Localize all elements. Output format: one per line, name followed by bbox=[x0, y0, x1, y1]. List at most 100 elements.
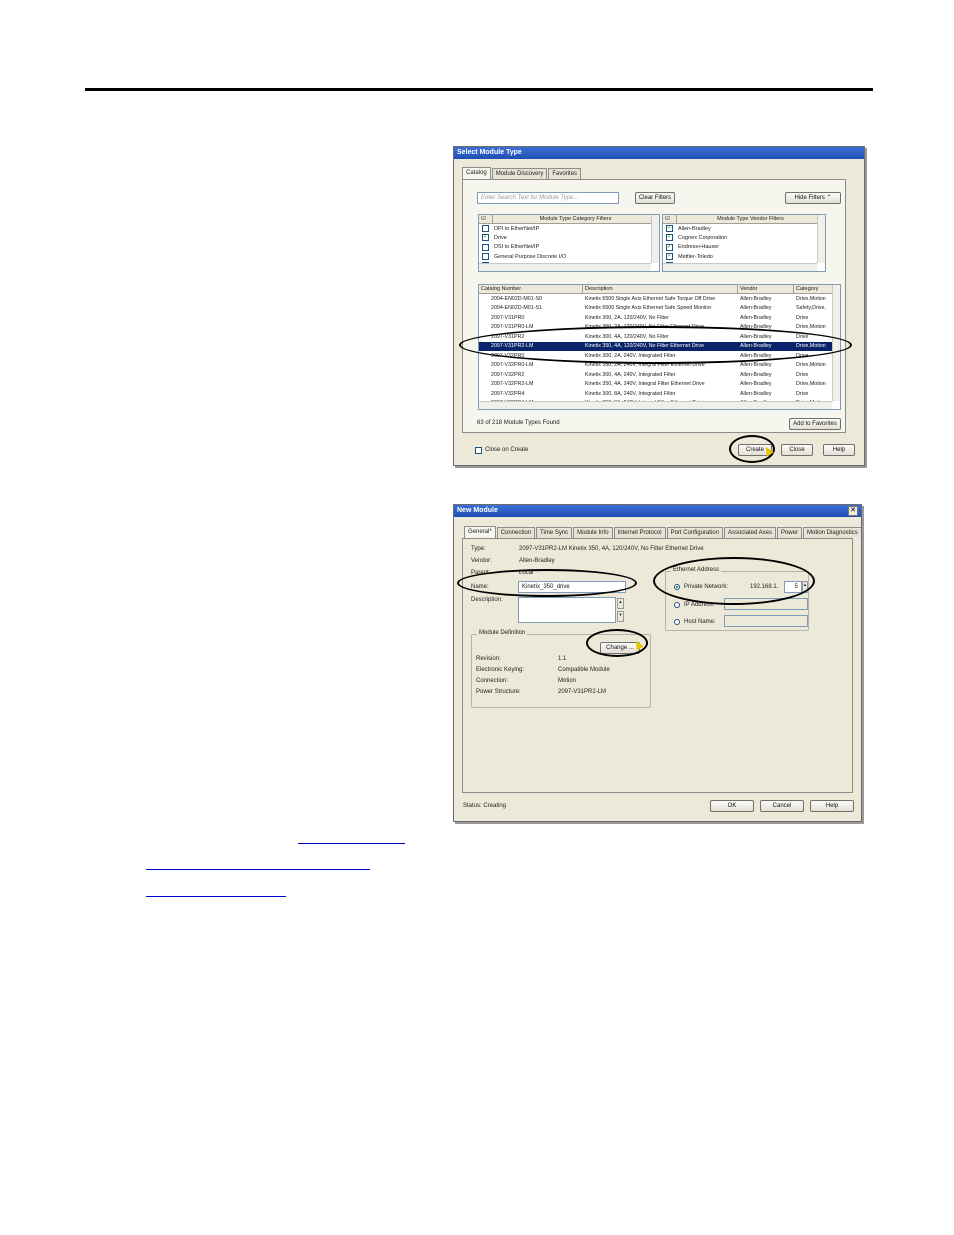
cross-reference-link[interactable] bbox=[146, 896, 286, 897]
category-filter-hscroll[interactable] bbox=[479, 263, 651, 271]
select-all-checkbox[interactable]: ☑ bbox=[479, 215, 493, 223]
filter-item[interactable]: DSI to EtherNet/IP bbox=[479, 243, 659, 252]
tab-motion-diagnostics[interactable]: Motion Diagnostics bbox=[802, 527, 861, 538]
power-structure-value: 2097-V31PR2-LM bbox=[558, 689, 607, 695]
filter-item[interactable]: ✓ Mettler-Toledo bbox=[663, 252, 825, 261]
cell-category: Safety,Drive, bbox=[796, 305, 826, 312]
tab-strip: General* Connection Time Sync Module Inf… bbox=[464, 526, 861, 538]
search-input[interactable]: Enter Search Text for Module Type... bbox=[477, 192, 619, 204]
help-button[interactable]: Help bbox=[823, 444, 855, 456]
host-name-input[interactable] bbox=[724, 615, 808, 627]
tab-connection[interactable]: Connection bbox=[496, 527, 536, 538]
keying-label: Electronic Keying: bbox=[476, 667, 525, 673]
filter-checkbox[interactable]: ✓ bbox=[666, 243, 673, 251]
filter-item[interactable]: ✓ Drive bbox=[479, 233, 659, 242]
table-row[interactable]: 2097-V32PR2-LM Kinetix 350, 4A, 240V, Int… bbox=[479, 380, 840, 390]
filter-label: Allen-Bradley bbox=[678, 225, 711, 232]
filter-checkbox[interactable]: ✓ bbox=[482, 234, 489, 242]
description-scroll-down[interactable]: ▼ bbox=[617, 611, 624, 622]
add-to-favorites-button[interactable]: Add to Favorites bbox=[789, 418, 841, 430]
category-filter-list[interactable]: ☑ Module Type Category Filters DPI to Eth… bbox=[478, 214, 660, 272]
description-input[interactable] bbox=[518, 597, 616, 623]
close-button[interactable]: Close bbox=[781, 444, 813, 456]
tab-associated-axes[interactable]: Associated Axes bbox=[723, 527, 776, 538]
category-filter-header: Module Type Category Filters bbox=[493, 215, 659, 223]
filter-item[interactable]: ✓ Allen-Bradley bbox=[663, 224, 825, 233]
column-description[interactable]: Description bbox=[583, 285, 738, 293]
tab-module-info[interactable]: Module Info bbox=[573, 527, 613, 538]
catalog-panel: Enter Search Text for Module Type... Cle… bbox=[462, 179, 846, 433]
tab-time-sync[interactable]: Time Sync bbox=[536, 527, 573, 538]
vendor-filter-hscroll[interactable] bbox=[663, 263, 817, 271]
clear-filters-button[interactable]: Clear Filters bbox=[635, 192, 675, 204]
ok-button[interactable]: OK bbox=[710, 800, 754, 812]
type-label: Type: bbox=[471, 546, 486, 552]
filter-label: DPI to EtherNet/IP bbox=[494, 225, 540, 232]
table-row[interactable]: 2094-EN02D-M01-S0 Kinetix 6500 Single Axi… bbox=[479, 294, 840, 304]
filter-checkbox[interactable] bbox=[482, 225, 489, 233]
highlight-name-field bbox=[457, 569, 637, 597]
vendor-label: Vendor: bbox=[471, 558, 492, 564]
tab-internet-protocol[interactable]: Internet Protocol bbox=[613, 527, 666, 538]
filter-label: Endress+Hauser bbox=[678, 244, 720, 251]
cell-description: Kinetix 300, 2A, 120/240V, No Filter bbox=[585, 314, 669, 321]
description-scroll-up[interactable]: ▲ bbox=[617, 598, 624, 609]
cell-catalog: 2097-V32PR0-LM bbox=[491, 362, 534, 369]
cell-category: Drive,Motion bbox=[796, 324, 826, 331]
select-all-vendors-checkbox[interactable]: ☑ bbox=[663, 215, 677, 223]
cell-description: Kinetix 300, 8A, 240V, Integrated Filter bbox=[585, 390, 676, 397]
tab-module-discovery[interactable]: Module Discovery bbox=[491, 168, 548, 179]
table-row[interactable]: 2094-EN02D-M01-S1 Kinetix 6500 Single Axi… bbox=[479, 304, 840, 314]
tab-catalog[interactable]: Catalog bbox=[462, 167, 491, 179]
cell-description: Kinetix 6500 Single Axis Ethernet Safe T… bbox=[585, 295, 716, 302]
ip-address-radio[interactable] bbox=[674, 602, 680, 608]
cell-catalog: 2097-V32PR4 bbox=[491, 390, 525, 397]
close-on-create-checkbox[interactable] bbox=[475, 447, 482, 454]
filter-label: General Purpose Discrete I/O bbox=[494, 253, 567, 260]
table-row[interactable]: 2097-V32PR4 Kinetix 300, 8A, 240V, Integr… bbox=[479, 389, 840, 399]
found-count-text: 63 of 218 Module Types Found bbox=[477, 420, 560, 426]
cross-reference-link[interactable] bbox=[298, 843, 405, 844]
cross-reference-link[interactable] bbox=[146, 869, 370, 870]
category-filter-scrollbar[interactable] bbox=[651, 215, 659, 263]
column-category[interactable]: Category bbox=[794, 285, 836, 293]
filter-label: Cognex Corporation bbox=[678, 234, 728, 241]
cell-description: Kinetix 6500 Single Axis Ethernet Safe S… bbox=[585, 305, 712, 312]
table-row[interactable]: 2097-V31PR0 Kinetix 300, 2A, 120/240V, No… bbox=[479, 313, 840, 323]
tab-power[interactable]: Power bbox=[776, 527, 802, 538]
cell-description: Kinetix 350, 4A, 240V, Integral Filter E… bbox=[585, 381, 705, 388]
help-button[interactable]: Help bbox=[810, 800, 854, 812]
vendor-filter-scrollbar[interactable] bbox=[817, 215, 825, 263]
filter-checkbox[interactable]: ✓ bbox=[666, 225, 673, 233]
tab-general[interactable]: General* bbox=[464, 526, 496, 538]
filter-item[interactable]: ✓ Cognex Corporation bbox=[663, 233, 825, 242]
filter-checkbox[interactable] bbox=[482, 243, 489, 251]
hide-filters-button[interactable]: Hide Filters ⌃ bbox=[785, 192, 841, 204]
host-name-radio[interactable] bbox=[674, 619, 680, 625]
filter-checkbox[interactable]: ✓ bbox=[666, 234, 673, 242]
tab-port-configuration[interactable]: Port Configuration bbox=[666, 527, 723, 538]
cell-catalog: 2094-EN02D-M01-S0 bbox=[491, 295, 542, 302]
filter-checkbox[interactable] bbox=[482, 253, 489, 261]
cell-category: Drive bbox=[796, 314, 809, 321]
cell-catalog: 2094-EN02D-M01-S1 bbox=[491, 305, 542, 312]
column-catalog-number[interactable]: Catalog Number bbox=[479, 285, 583, 293]
power-structure-label: Power Structure: bbox=[476, 689, 521, 695]
filter-item[interactable]: General Purpose Discrete I/O bbox=[479, 252, 659, 261]
close-icon[interactable]: ✕ bbox=[848, 506, 858, 516]
cell-category: Drive bbox=[796, 390, 809, 397]
catalog-list-hscroll[interactable] bbox=[479, 401, 832, 409]
filter-checkbox[interactable]: ✓ bbox=[666, 253, 673, 261]
tab-favorites[interactable]: Favorites bbox=[548, 168, 582, 179]
description-label: Description: bbox=[471, 597, 503, 603]
filter-item[interactable]: ✓ Endress+Hauser bbox=[663, 243, 825, 252]
cancel-button[interactable]: Cancel bbox=[760, 800, 804, 812]
highlight-selected-row bbox=[459, 326, 852, 364]
vendor-filter-list[interactable]: ☑ Module Type Vendor Filters ✓ Allen-Bradl… bbox=[662, 214, 826, 272]
vendor-filter-header: Module Type Vendor Filters bbox=[677, 215, 825, 223]
cell-category: Drive bbox=[796, 371, 809, 378]
column-vendor[interactable]: Vendor bbox=[738, 285, 794, 293]
table-row[interactable]: 2097-V32PR2 Kinetix 300, 4A, 240V, Integr… bbox=[479, 370, 840, 380]
module-definition-title: Module Definition bbox=[477, 630, 528, 636]
filter-item[interactable]: DPI to EtherNet/IP bbox=[479, 224, 659, 233]
